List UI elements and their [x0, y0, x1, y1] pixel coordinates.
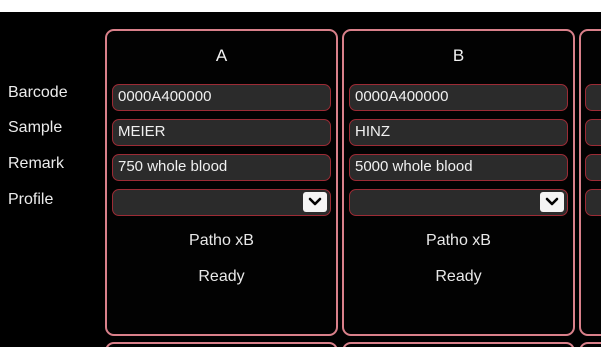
- status-text: Ready: [435, 268, 482, 285]
- module-panel-partial[interactable]: [579, 29, 601, 336]
- assay-name: Patho xB: [426, 232, 491, 249]
- module-loading-screen: Barcode Sample Remark Profile A 0000A400…: [0, 12, 601, 347]
- status-text: Ready: [198, 268, 245, 285]
- module-panel-a[interactable]: A 0000A400000 MEIER 750 whole blood Path…: [105, 29, 338, 336]
- remark-field[interactable]: 5000 whole blood: [349, 154, 568, 181]
- next-row-panel-edge: [579, 342, 601, 347]
- assay-name: Patho xB: [189, 232, 254, 249]
- remark-field[interactable]: [585, 154, 601, 181]
- sample-field[interactable]: HINZ: [349, 119, 568, 146]
- profile-dropdown[interactable]: [112, 189, 331, 216]
- chevron-down-icon[interactable]: [303, 192, 327, 212]
- row-labels: Barcode Sample Remark Profile: [0, 12, 105, 347]
- profile-label: Profile: [8, 191, 54, 208]
- next-row-panel-edge: [342, 342, 575, 347]
- profile-dropdown[interactable]: [585, 189, 601, 216]
- module-panel-b[interactable]: B 0000A400000 HINZ 5000 whole blood Path…: [342, 29, 575, 336]
- remark-label: Remark: [8, 155, 65, 172]
- barcode-field[interactable]: 0000A400000: [349, 84, 568, 111]
- sample-field[interactable]: [585, 119, 601, 146]
- profile-dropdown[interactable]: [349, 189, 568, 216]
- barcode-label: Barcode: [8, 84, 68, 101]
- barcode-field[interactable]: [585, 84, 601, 111]
- panel-title: A: [215, 46, 228, 65]
- chevron-down-icon[interactable]: [540, 192, 564, 212]
- remark-field[interactable]: 750 whole blood: [112, 154, 331, 181]
- sample-label: Sample: [8, 119, 63, 136]
- sample-field[interactable]: MEIER: [112, 119, 331, 146]
- next-row-panel-edge: [105, 342, 338, 347]
- barcode-field[interactable]: 0000A400000: [112, 84, 331, 111]
- panel-title: B: [452, 46, 465, 65]
